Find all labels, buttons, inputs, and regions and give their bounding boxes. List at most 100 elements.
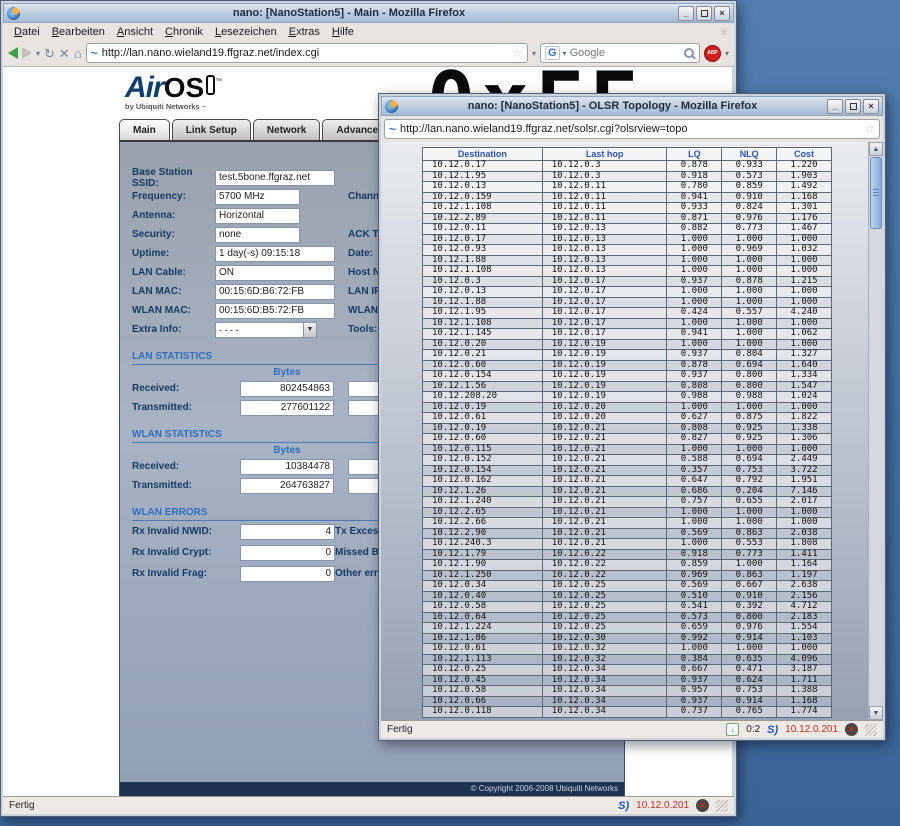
menu-hilfe[interactable]: Hilfe	[326, 26, 360, 38]
main-title-bar[interactable]: nano: [NanoStation5] - Main - Mozilla Fi…	[3, 3, 734, 23]
table-row: 10.12.0.15210.12.0.210.5880.6942.449	[423, 455, 832, 466]
forward-button[interactable]	[22, 47, 32, 59]
field-input[interactable]	[215, 189, 300, 205]
blocked-content-icon[interactable]: ✕	[696, 799, 709, 812]
search-input[interactable]	[570, 47, 680, 59]
url-dropdown-icon[interactable]: ▾	[532, 49, 536, 58]
adblock-plus-icon[interactable]: ABP	[704, 45, 721, 62]
table-header-row: DestinationLast hopLQNLQCost	[423, 148, 832, 161]
column-header-bytes: Bytes	[240, 445, 334, 456]
tab-link-setup[interactable]: Link Setup	[172, 119, 251, 140]
stat-value-input[interactable]	[240, 381, 334, 397]
search-icon[interactable]	[683, 47, 695, 59]
close-button[interactable]: ×	[714, 6, 730, 21]
bookmark-star-icon[interactable]: ☆	[512, 46, 523, 60]
reload-button[interactable]: ↻	[44, 47, 55, 60]
table-row: 10.12.0.5810.12.0.250.5410.3924.712	[423, 602, 832, 613]
menu-bearbeiten[interactable]: Bearbeiten	[46, 26, 111, 38]
main-status-text: Fertig	[9, 800, 35, 811]
minimize-button[interactable]: _	[827, 99, 843, 114]
stat-value-input[interactable]	[240, 459, 334, 475]
field-label: Security:	[132, 229, 215, 240]
abp-dropdown-icon[interactable]: ▾	[725, 49, 729, 58]
url-bar[interactable]: ~ ☆	[384, 119, 880, 139]
maximize-button[interactable]	[845, 99, 861, 114]
field-label: Extra Info:	[132, 324, 215, 335]
table-row: 10.12.0.11810.12.0.340.7370.7651.774	[423, 707, 832, 718]
scroll-down-icon[interactable]: ▼	[869, 706, 883, 720]
table-row: 10.12.1.2610.12.0.210.6860.2047.146	[423, 486, 832, 497]
field-input[interactable]	[215, 246, 335, 262]
field-label: Base Station SSID:	[132, 167, 215, 189]
scrollbar-thumb[interactable]	[870, 157, 882, 229]
table-row: 10.12.1.9010.12.0.220.8591.0001.164	[423, 560, 832, 571]
field-input[interactable]	[215, 265, 335, 281]
stat-value-input[interactable]	[240, 400, 334, 416]
field-input[interactable]	[215, 208, 300, 224]
scroll-up-icon[interactable]: ▲	[869, 142, 883, 156]
menu-extras[interactable]: Extras	[283, 26, 326, 38]
proxy-s-icon[interactable]: S)	[618, 800, 629, 812]
extra-info-select[interactable]: - - - -▼	[215, 322, 317, 338]
error-value-input[interactable]	[240, 566, 335, 582]
topo-title-bar[interactable]: nano: [NanoStation5] - OLSR Topology - M…	[381, 96, 883, 116]
google-engine-icon[interactable]: G	[545, 46, 560, 60]
table-row: 10.12.1.8610.12.0.300.9920.9141.103	[423, 633, 832, 644]
resize-grip[interactable]	[865, 724, 877, 736]
topo-window-title: nano: [NanoStation5] - OLSR Topology - M…	[402, 100, 823, 112]
url-bar[interactable]: ~ ☆	[86, 43, 528, 63]
table-row: 10.12.0.1910.12.0.201.0001.0001.000	[423, 402, 832, 413]
tab-main[interactable]: Main	[119, 119, 170, 140]
table-row: 10.12.0.2010.12.0.191.0001.0001.000	[423, 339, 832, 350]
resize-grip[interactable]	[716, 800, 728, 812]
bookmark-star-icon[interactable]: ☆	[864, 122, 875, 136]
vertical-scrollbar[interactable]: ▲ ▼	[868, 142, 883, 720]
table-row: 10.12.0.1310.12.0.171.0001.0001.000	[423, 287, 832, 298]
stat-value-input[interactable]	[240, 478, 334, 494]
table-row: 10.12.2.8910.12.0.110.8710.9761.176	[423, 213, 832, 224]
firefox-icon	[385, 100, 398, 113]
close-button[interactable]: ×	[863, 99, 879, 114]
maximize-button[interactable]	[696, 6, 712, 21]
minimize-button[interactable]: _	[678, 6, 694, 21]
menu-lesezeichen[interactable]: Lesezeichen	[209, 26, 283, 38]
field-input[interactable]	[215, 170, 335, 186]
download-manager-icon[interactable]: ↓	[726, 723, 739, 736]
error-value-input[interactable]	[240, 524, 335, 540]
table-row: 10.12.1.22410.12.0.250.6590.9761.554	[423, 623, 832, 634]
error-value-input[interactable]	[240, 545, 335, 561]
menu-chronik[interactable]: Chronik	[159, 26, 209, 38]
menu-datei[interactable]: Datei	[8, 26, 46, 38]
field-input[interactable]	[215, 284, 335, 300]
url-input[interactable]	[102, 47, 509, 59]
airos-tagline: by Ubiquiti Networks ~	[125, 102, 222, 111]
field-label-right: Date:	[348, 248, 373, 259]
selected-value: - - - -	[216, 325, 303, 335]
table-row: 10.12.0.15410.12.0.190.9370.8001.334	[423, 371, 832, 382]
table-row: 10.12.208.2010.12.0.190.9880.9881.024	[423, 392, 832, 403]
table-row: 10.12.0.15910.12.0.110.9410.9101.168	[423, 192, 832, 203]
back-button[interactable]	[8, 47, 18, 59]
blocked-content-icon[interactable]: ✕	[845, 723, 858, 736]
tab-network[interactable]: Network	[253, 119, 320, 140]
history-dropdown-icon[interactable]: ▾	[36, 49, 40, 58]
stat-label: Transmitted:	[132, 402, 232, 413]
antenna-icon	[206, 75, 215, 95]
chevron-down-icon[interactable]: ▼	[303, 323, 316, 337]
engine-dropdown-icon[interactable]: ▾	[563, 49, 567, 58]
stop-button[interactable]: ✕	[59, 47, 70, 60]
search-bar[interactable]: G ▾	[540, 43, 700, 63]
table-row: 10.12.0.310.12.0.170.9370.8781.215	[423, 276, 832, 287]
navigation-toolbar: ▾ ↻ ✕ ⌂ ~ ☆ ▾ G ▾ ABP ▾	[3, 40, 734, 67]
table-row: 10.12.0.3410.12.0.250.5690.6672.638	[423, 581, 832, 592]
topology-page: DestinationLast hopLQNLQCost 10.12.0.171…	[381, 142, 883, 720]
home-button[interactable]: ⌂	[74, 47, 82, 60]
wave-icon: ~	[202, 102, 206, 111]
field-input[interactable]	[215, 227, 300, 243]
topo-status-bar: Fertig ↓ 0:2 S) 10.12.0.201 ✕	[381, 720, 883, 738]
field-input[interactable]	[215, 303, 335, 319]
url-input[interactable]	[400, 123, 860, 135]
proxy-s-icon[interactable]: S)	[767, 724, 778, 736]
stat-label: Received:	[132, 383, 232, 394]
menu-ansicht[interactable]: Ansicht	[111, 26, 159, 38]
